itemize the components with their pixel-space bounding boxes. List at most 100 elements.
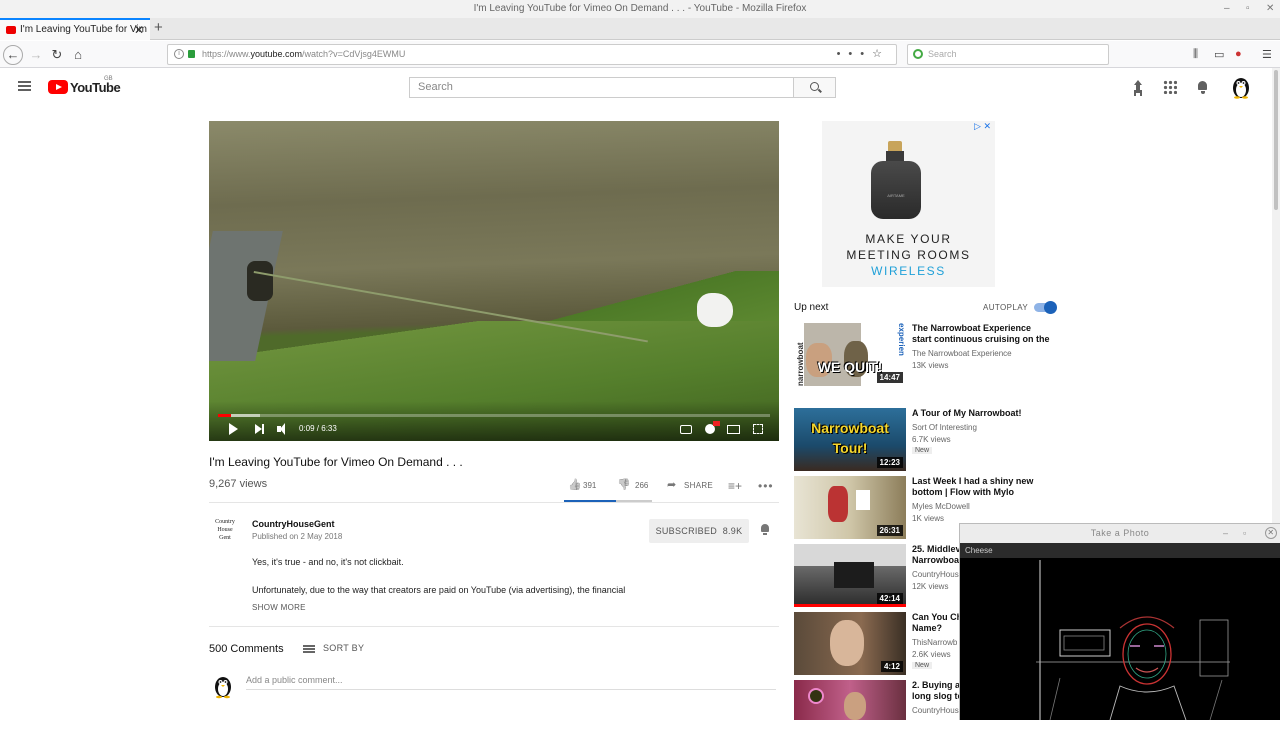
cheese-titlebar[interactable]: Take a Photo – ▫ ✕: [960, 524, 1280, 543]
video-frame-bag: [697, 293, 733, 327]
volume-icon[interactable]: [277, 423, 289, 435]
sidebar-toggle-icon[interactable]: ▭: [1214, 48, 1224, 61]
home-button[interactable]: ⌂: [68, 45, 88, 65]
channel-avatar-line: House: [217, 527, 233, 533]
channel-name[interactable]: CountryHous: [912, 706, 959, 715]
view-count: 13K views: [912, 361, 949, 370]
extension-icon[interactable]: ●: [1235, 48, 1242, 60]
view-count: 6.7K views: [912, 435, 951, 444]
minimize-icon[interactable]: –: [1223, 524, 1229, 543]
title-line: A Tour of My Narrowboat!: [912, 408, 1022, 418]
thumb-caption: Tour!: [832, 440, 868, 456]
menu-icon[interactable]: ☰: [1262, 48, 1272, 61]
more-actions-icon[interactable]: •••: [758, 479, 774, 493]
edge-effect-image: [1036, 560, 1230, 720]
channel-name[interactable]: Myles McDowell: [912, 502, 970, 511]
recommended-video[interactable]: narrowboat experien WE QUIT! 14:47 The N…: [794, 323, 1064, 387]
add-to-playlist-icon[interactable]: ≡+: [728, 479, 742, 493]
window-titlebar: I'm Leaving YouTube for Vimeo On Demand …: [0, 0, 1280, 18]
dislike-button[interactable]: 266: [617, 479, 648, 493]
video-thumbnail[interactable]: narrowboat experien WE QUIT! 14:47: [794, 323, 906, 386]
guide-menu-icon[interactable]: [18, 81, 31, 91]
video-thumbnail[interactable]: [794, 680, 906, 720]
back-button[interactable]: ←: [3, 45, 23, 65]
subtitles-icon[interactable]: [680, 425, 692, 434]
lock-icon: [188, 50, 195, 58]
reload-button[interactable]: ↻: [47, 45, 67, 65]
navigation-toolbar: ← → ↻ ⌂ i https://www.youtube.com/watch?…: [0, 41, 1280, 68]
play-icon[interactable]: [227, 423, 239, 435]
progress-played: [218, 414, 231, 417]
apps-grid-icon[interactable]: [1163, 80, 1177, 94]
maximize-icon[interactable]: ▫: [1243, 524, 1247, 543]
theater-mode-icon[interactable]: [727, 425, 740, 434]
channel-avatar[interactable]: Country House Gent: [210, 518, 240, 546]
channel-name[interactable]: CountryHous: [912, 570, 959, 579]
progress-bar[interactable]: [218, 414, 770, 417]
account-avatar[interactable]: [1230, 75, 1252, 99]
cheese-menu-bar[interactable]: Cheese: [960, 543, 1280, 558]
display-ad[interactable]: ▷ ✕ AIRTAME MAKE YOUR MEETING ROOMS WIRE…: [822, 121, 995, 287]
page-actions-icon[interactable]: •••☆: [837, 45, 890, 64]
notifications-bell-icon[interactable]: [1196, 80, 1210, 94]
show-more-button[interactable]: SHOW MORE: [252, 603, 306, 612]
channel-name[interactable]: Sort Of Interesting: [912, 423, 977, 432]
webcam-preview: [960, 558, 1280, 720]
recommended-video[interactable]: Narrowboat Tour! 12:23 A Tour of My Narr…: [794, 408, 1064, 472]
share-button[interactable]: SHARE: [667, 478, 713, 493]
thumb-caption: Narrowboat: [811, 420, 889, 436]
channel-name[interactable]: ThisNarrowb: [912, 638, 957, 647]
video-thumbnail[interactable]: 42:14: [794, 544, 906, 607]
fullscreen-icon[interactable]: [753, 424, 763, 434]
close-window-icon[interactable]: ✕: [1266, 0, 1274, 18]
video-title-link[interactable]: A Tour of My Narrowboat!: [912, 408, 1052, 419]
watched-progress: [794, 604, 906, 607]
comment-input[interactable]: Add a public comment...: [246, 675, 776, 690]
video-thumbnail[interactable]: 26:31: [794, 476, 906, 539]
video-title-link[interactable]: The Narrowboat Experience start continuou…: [912, 323, 1052, 345]
subscription-bell-icon[interactable]: [759, 524, 771, 536]
upload-icon[interactable]: [1131, 80, 1145, 94]
autoplay-toggle[interactable]: [1034, 301, 1057, 314]
cheese-window[interactable]: Take a Photo – ▫ ✕ Cheese: [959, 523, 1280, 720]
tab-youtube[interactable]: I'm Leaving YouTube for Vim ✕: [0, 18, 150, 40]
tab-close-icon[interactable]: ✕: [134, 20, 144, 40]
video-title-link[interactable]: Last Week I had a shiny new bottom | Flow…: [912, 476, 1052, 498]
like-button[interactable]: 391: [568, 479, 596, 493]
controls-gradient: [209, 401, 779, 441]
video-thumbnail[interactable]: Narrowboat Tour! 12:23: [794, 408, 906, 471]
minimize-icon[interactable]: –: [1224, 0, 1230, 18]
youtube-search-input[interactable]: Search: [409, 77, 794, 98]
hd-badge: [713, 421, 720, 426]
adchoices-icon[interactable]: ▷ ✕: [974, 121, 991, 132]
sort-by-button[interactable]: SORT BY: [303, 643, 364, 653]
subscribe-button[interactable]: SUBSCRIBED 8.9K: [649, 519, 749, 543]
youtube-masthead: YouTube GB Search: [0, 68, 1272, 106]
channel-avatar-line: Gent: [219, 535, 231, 541]
cheese-title: Take a Photo: [1090, 528, 1150, 538]
comment-placeholder: Add a public comment...: [246, 675, 343, 685]
page-scrollbar-thumb[interactable]: [1274, 70, 1278, 210]
comment-count: 500 Comments: [209, 643, 284, 655]
new-tab-button[interactable]: +: [154, 19, 163, 36]
site-info-icon[interactable]: i: [174, 49, 184, 59]
forward-button[interactable]: →: [26, 45, 46, 65]
video-duration: 4:12: [880, 661, 903, 672]
video-thumbnail[interactable]: 4:12: [794, 612, 906, 675]
divider: [209, 626, 779, 627]
google-icon: [913, 49, 923, 59]
maximize-icon[interactable]: ▫: [1246, 0, 1250, 18]
video-frame-tyre: [247, 261, 273, 301]
url-bar[interactable]: i https://www.youtube.com/watch?v=CdVjsg…: [167, 44, 897, 65]
library-icon[interactable]: ⫼: [1193, 48, 1198, 61]
channel-name[interactable]: The Narrowboat Experience: [912, 349, 1012, 358]
close-icon[interactable]: ✕: [1265, 527, 1277, 539]
ad-headline-line: MAKE YOUR: [865, 232, 952, 246]
next-video-icon[interactable]: [255, 423, 267, 435]
new-badge: New: [912, 662, 933, 669]
video-player[interactable]: [209, 121, 779, 441]
description-line: Yes, it's true - and no, it's not clickb…: [252, 557, 404, 567]
channel-name-link[interactable]: CountryHouseGent: [252, 519, 335, 529]
youtube-search-button[interactable]: [793, 77, 836, 98]
browser-search-field[interactable]: Search: [907, 44, 1109, 65]
